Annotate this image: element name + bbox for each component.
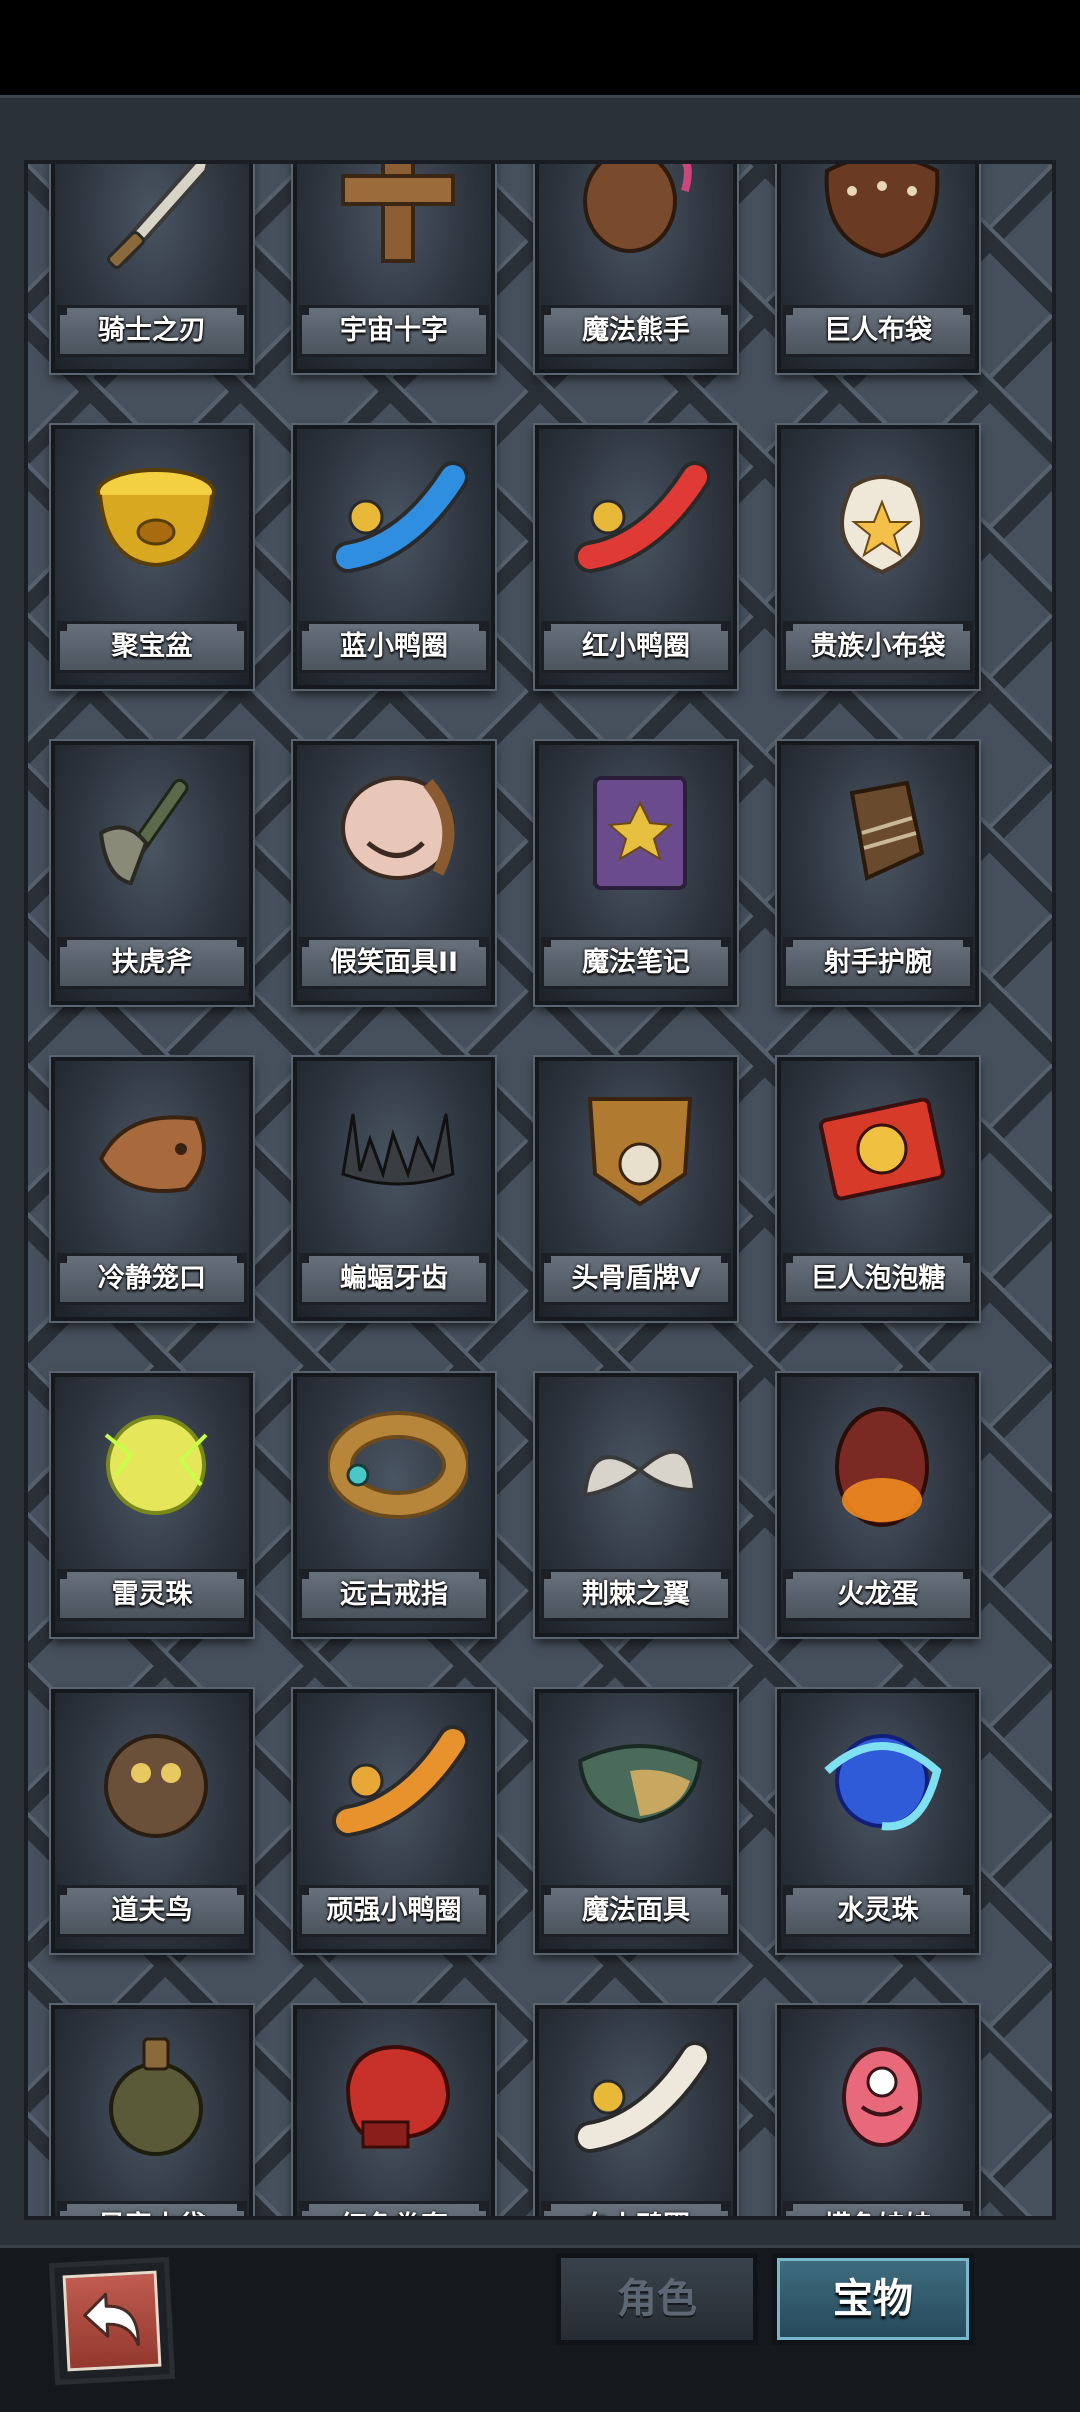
treasure-item-card[interactable]: 道夫鸟 [51,1689,253,1953]
white-duck-ring-icon [570,2027,710,2167]
treasure-item-label: 蓝小鸭圈 [299,621,489,673]
knight-blade-icon [86,164,226,271]
treasure-item-card[interactable]: 火龙蛋 [777,1373,979,1637]
owl-bird-icon [86,1711,226,1851]
treasure-item-label: 火龙蛋 [783,1569,973,1621]
thunder-orb-icon [86,1395,226,1535]
treasure-item-label: 贵族小布袋 [783,621,973,673]
treasure-item-card[interactable]: 雷灵珠 [51,1373,253,1637]
treasure-item-card[interactable]: 贵族小布袋 [777,425,979,689]
treasure-item-label: 魔法笔记 [541,937,731,989]
treasure-item-label: 头骨盾牌V [541,1253,731,1305]
tab-treasure[interactable]: 宝物 [772,2253,974,2345]
boxing-glove-icon [328,2027,468,2167]
muzzle-icon [86,1079,226,1219]
back-arrow-icon [83,2292,140,2347]
back-button[interactable] [48,2256,176,2386]
treasure-item-label: 水灵珠 [783,1885,973,1937]
magic-bear-paw-icon [570,164,710,271]
treasure-item-card[interactable]: 魔法笔记 [535,741,737,1005]
treasure-item-card[interactable]: 射手护腕 [777,741,979,1005]
treasure-item-label: 宇宙十字 [299,305,489,357]
treasure-item-card[interactable]: 巨人泡泡糖 [777,1057,979,1321]
treasure-item-card[interactable]: 蝙蝠牙齿 [293,1057,495,1321]
treasure-item-label: 扶虎斧 [57,937,247,989]
treasure-item-card[interactable]: 顽强小鸭圈 [293,1689,495,1953]
water-flask-icon [86,2027,226,2167]
treasure-item-card[interactable]: 荆棘之翼 [535,1373,737,1637]
treasure-item-card[interactable]: 聚宝盆 [51,425,253,689]
treasure-item-card[interactable]: 蓝小鸭圈 [293,425,495,689]
treasure-item-label: 雷灵珠 [57,1569,247,1621]
bat-teeth-icon [328,1079,468,1219]
pink-doll-icon [812,2027,952,2167]
skull-shield-icon [570,1079,710,1219]
treasure-item-label: 射手护腕 [783,937,973,989]
treasure-item-card[interactable]: 魔法熊手 [535,164,737,373]
treasure-item-card[interactable]: 水灵珠 [777,1689,979,1953]
giant-sack-icon [812,164,952,271]
thorn-wings-icon [570,1395,710,1535]
treasure-item-label: 蝙蝠牙齿 [299,1253,489,1305]
treasure-bowl-icon [86,447,226,587]
treasure-item-label: 红色拳套 [299,2201,489,2216]
treasure-item-card[interactable]: 冷静笼口 [51,1057,253,1321]
treasure-item-card[interactable]: 魔法面具 [535,1689,737,1953]
magic-mask-icon [570,1711,710,1851]
smile-mask-icon [328,763,468,903]
treasure-item-label: 冷静笼口 [57,1253,247,1305]
treasure-item-card[interactable]: 头骨盾牌V [535,1057,737,1321]
treasure-item-card[interactable]: 暴富水袋 [51,2005,253,2216]
tab-character[interactable]: 角色 [556,2253,758,2345]
treasure-item-label: 骑士之刃 [57,305,247,357]
treasure-item-label: 巨人布袋 [783,305,973,357]
treasure-item-label: 摸鱼娃娃 [783,2201,973,2216]
treasure-item-label: 暴富水袋 [57,2201,247,2216]
treasure-item-card[interactable]: 宇宙十字 [293,164,495,373]
treasure-item-card[interactable]: 红小鸭圈 [535,425,737,689]
treasure-item-label: 魔法面具 [541,1885,731,1937]
treasure-item-label: 顽强小鸭圈 [299,1885,489,1937]
treasure-item-card[interactable]: 假笑面具II [293,741,495,1005]
red-duck-ring-icon [570,447,710,587]
fire-dragon-egg-icon [812,1395,952,1535]
treasure-item-card[interactable]: 扶虎斧 [51,741,253,1005]
blue-duck-ring-icon [328,447,468,587]
treasure-item-label: 红小鸭圈 [541,621,731,673]
treasure-item-card[interactable]: 摸鱼娃娃 [777,2005,979,2216]
treasure-grid[interactable]: 骑士之刃 宇宙十字 魔法熊手 巨人布袋聚宝盆 蓝小鸭圈 红小鸭圈 贵族小布袋扶虎斧 假笑面具I… [24,160,1056,2220]
treasure-item-card[interactable]: 红色拳套 [293,2005,495,2216]
tiger-axe-icon [86,763,226,903]
treasure-item-label: 白小鸭圈 [541,2201,731,2216]
magic-notebook-icon [570,763,710,903]
treasure-item-card[interactable]: 远古戒指 [293,1373,495,1637]
orange-duck-ring-icon [328,1711,468,1851]
treasure-item-label: 道夫鸟 [57,1885,247,1937]
treasure-item-label: 聚宝盆 [57,621,247,673]
treasure-item-label: 魔法熊手 [541,305,731,357]
noble-pouch-icon [812,447,952,587]
bubblegum-box-icon [812,1079,952,1219]
treasure-item-label: 巨人泡泡糖 [783,1253,973,1305]
treasure-item-card[interactable]: 巨人布袋 [777,164,979,373]
cosmic-cross-icon [328,164,468,271]
status-bar-area [0,0,1080,95]
ancient-ring-icon [328,1395,468,1535]
treasure-item-label: 荆棘之翼 [541,1569,731,1621]
treasure-item-card[interactable]: 骑士之刃 [51,164,253,373]
treasure-item-label: 远古戒指 [299,1569,489,1621]
water-orb-icon [812,1711,952,1851]
treasure-item-card[interactable]: 白小鸭圈 [535,2005,737,2216]
treasure-item-label: 假笑面具II [299,937,489,989]
archer-bracer-icon [812,763,952,903]
